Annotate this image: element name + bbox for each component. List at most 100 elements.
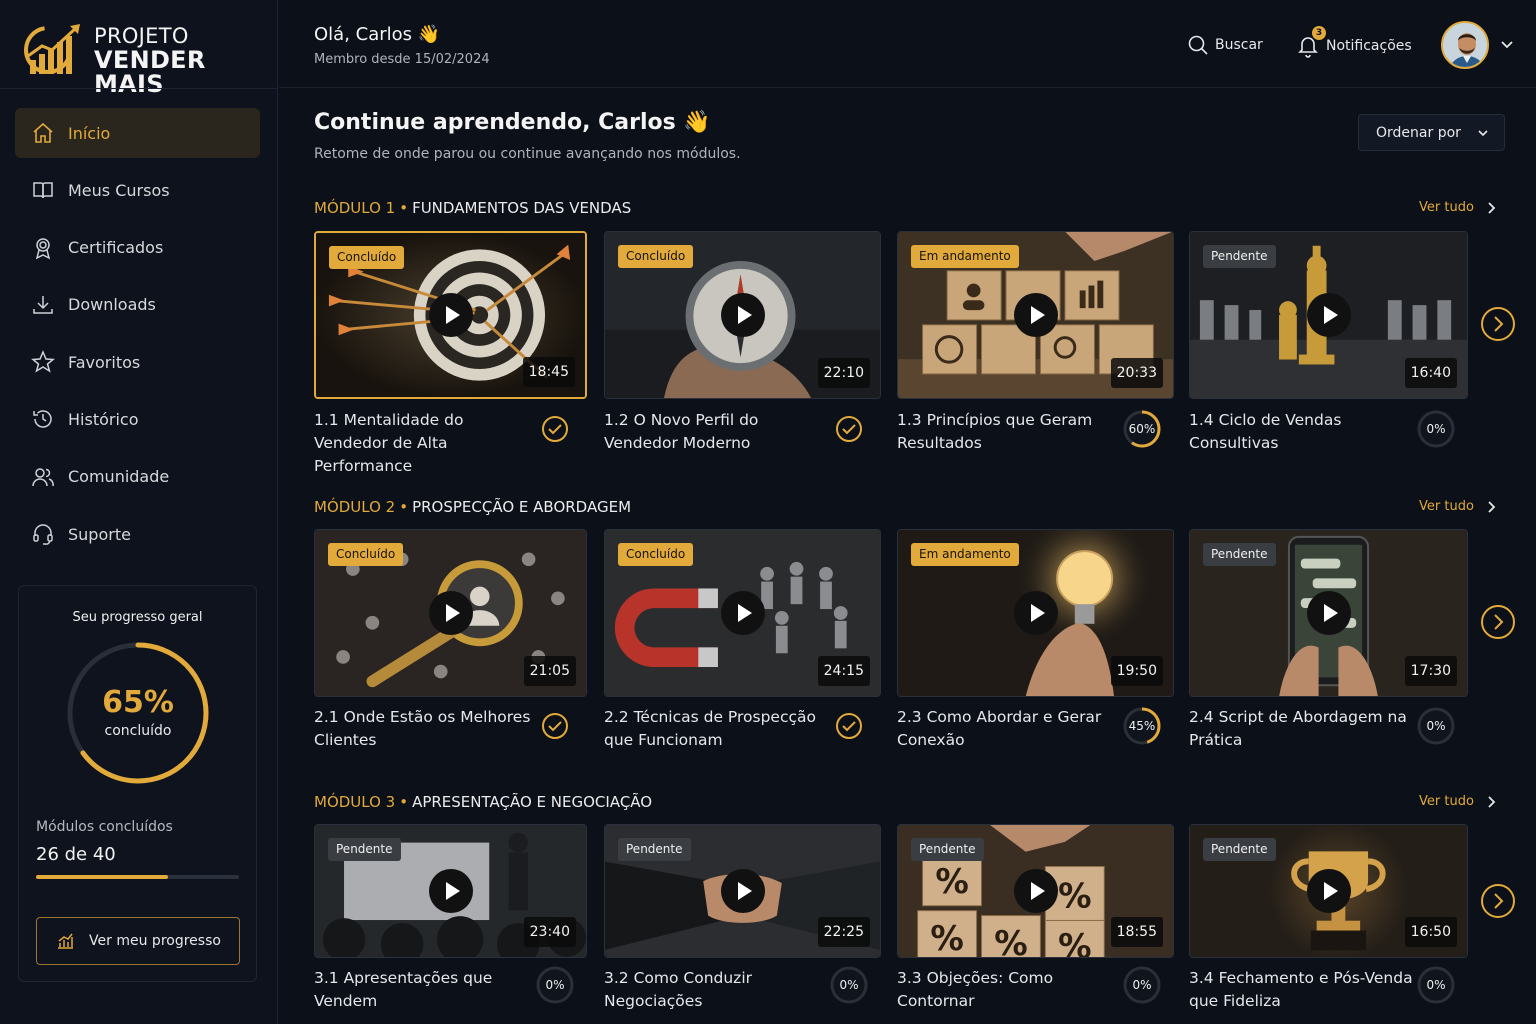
lesson-title[interactable]: 3.4 Fechamento e Pós-Venda que Fideliza xyxy=(1189,967,1414,1013)
sidebar-item-historico[interactable]: Histórico xyxy=(15,394,260,444)
lesson-duration: 22:25 xyxy=(817,917,870,947)
search-label: Buscar xyxy=(1215,37,1263,53)
sidebar-item-downloads[interactable]: Downloads xyxy=(15,280,260,330)
lesson-title[interactable]: 3.3 Objeções: Como Contornar xyxy=(897,967,1122,1013)
play-icon[interactable] xyxy=(1306,591,1351,635)
sidebar: PROJETO VENDER MAIS Início Meus Cursos C… xyxy=(0,0,278,1024)
lesson-status-badge: Em andamento xyxy=(911,245,1019,268)
lesson-thumbnail[interactable]: Pendente 22:25 xyxy=(604,824,881,958)
notifications-button[interactable]: 3 Notificações xyxy=(1296,26,1412,58)
module-number: MÓDULO 2 xyxy=(314,498,396,516)
sidebar-item-label: Downloads xyxy=(68,295,156,315)
search-button[interactable]: Buscar xyxy=(1187,34,1263,56)
top-header: Olá, Carlos 👋 Membro desde 15/02/2024 Bu… xyxy=(279,0,1536,88)
see-all-link[interactable]: Ver tudo xyxy=(1419,499,1474,514)
lesson-thumbnail[interactable]: Pendente 16:40 xyxy=(1189,231,1468,399)
lesson-completed-check xyxy=(535,706,575,746)
play-icon[interactable] xyxy=(428,293,473,337)
sidebar-item-favoritos[interactable]: Favoritos xyxy=(15,337,260,387)
lesson-thumbnail[interactable]: Pendente 23:40 xyxy=(314,824,587,958)
lesson-progress-percent: 0% xyxy=(1426,978,1446,992)
lesson-thumbnail[interactable]: Concluído 22:10 xyxy=(604,231,881,399)
lesson-progress-ring: 0% xyxy=(829,965,869,1005)
avatar[interactable] xyxy=(1441,21,1489,69)
lesson-duration: 16:40 xyxy=(1404,358,1457,388)
lesson-title[interactable]: 1.2 O Novo Perfil do Vendedor Moderno xyxy=(604,409,829,455)
lesson-duration: 24:15 xyxy=(817,656,870,686)
lesson-title[interactable]: 2.3 Como Abordar e Gerar Conexão xyxy=(897,706,1122,752)
home-icon xyxy=(33,122,53,143)
chevron-right-icon[interactable] xyxy=(1484,795,1498,809)
play-icon[interactable] xyxy=(1013,591,1058,635)
lesson-thumbnail[interactable]: %%%%% Pendente 18:55 xyxy=(897,824,1174,958)
greeting: Olá, Carlos 👋 xyxy=(314,24,441,45)
play-icon[interactable] xyxy=(1306,293,1351,337)
play-icon[interactable] xyxy=(720,293,765,337)
play-icon[interactable] xyxy=(720,591,765,635)
lesson-thumbnail[interactable]: Concluído 24:15 xyxy=(604,529,881,697)
module-name: APRESENTAÇÃO E NEGOCIAÇÃO xyxy=(412,793,653,811)
lesson-title[interactable]: 3.1 Apresentações que Vendem xyxy=(314,967,539,1013)
svg-text:%: % xyxy=(935,862,968,901)
sidebar-nav: Início Meus Cursos Certificados Download… xyxy=(15,108,260,566)
overall-progress-caption: concluído xyxy=(104,723,172,739)
lesson-status-badge: Concluído xyxy=(328,543,404,566)
lesson-title[interactable]: 2.4 Script de Abordagem na Prática xyxy=(1189,706,1414,752)
sort-dropdown[interactable]: Ordenar por xyxy=(1358,114,1505,151)
view-progress-button[interactable]: Ver meu progresso xyxy=(36,917,240,965)
notifications-count-badge: 3 xyxy=(1312,26,1326,40)
lesson-thumbnail[interactable]: Em andamento 20:33 xyxy=(897,231,1174,399)
chevron-down-icon[interactable] xyxy=(1499,36,1515,52)
lesson-title[interactable]: 2.1 Onde Estão os Melhores Clientes xyxy=(314,706,539,752)
carousel-next-icon[interactable] xyxy=(1480,306,1516,342)
carousel-next-icon[interactable] xyxy=(1480,883,1516,919)
sidebar-divider xyxy=(0,88,278,89)
lesson-thumbnail[interactable]: Em andamento 19:50 xyxy=(897,529,1174,697)
lesson-progress-percent: 0% xyxy=(839,978,859,992)
chevron-right-icon[interactable] xyxy=(1484,201,1498,215)
play-icon[interactable] xyxy=(1013,869,1058,913)
play-icon[interactable] xyxy=(720,869,765,913)
lesson-duration: 21:05 xyxy=(523,656,576,686)
sidebar-item-meus-cursos[interactable]: Meus Cursos xyxy=(15,165,260,215)
users-icon xyxy=(32,468,54,486)
sidebar-item-inicio[interactable]: Início xyxy=(15,108,260,158)
member-since: Membro desde 15/02/2024 xyxy=(314,52,490,67)
page-title: Continue aprendendo, Carlos 👋 xyxy=(314,110,711,135)
module-number: MÓDULO 1 xyxy=(314,199,396,217)
lesson-thumbnail[interactable]: Pendente 17:30 xyxy=(1189,529,1468,697)
brand-logo[interactable]: PROJETO VENDER MAIS xyxy=(24,20,264,96)
lesson-title[interactable]: 3.2 Como Conduzir Negociações xyxy=(604,967,829,1013)
chevron-right-icon[interactable] xyxy=(1484,500,1498,514)
sidebar-item-certificados[interactable]: Certificados xyxy=(15,223,260,273)
overall-progress-card: Seu progresso geral 65% concluído Módulo… xyxy=(18,585,257,982)
sidebar-item-label: Início xyxy=(68,123,111,143)
svg-text:%: % xyxy=(994,924,1027,957)
carousel-next-icon[interactable] xyxy=(1480,604,1516,640)
check-circle-icon xyxy=(836,713,862,739)
lesson-title[interactable]: 2.2 Técnicas de Prospecção que Funcionam xyxy=(604,706,829,752)
module-number: MÓDULO 3 xyxy=(314,793,396,811)
play-icon[interactable] xyxy=(1306,869,1351,913)
play-icon[interactable] xyxy=(1013,293,1058,337)
sidebar-item-comunidade[interactable]: Comunidade xyxy=(15,452,260,502)
sidebar-item-label: Suporte xyxy=(68,524,131,544)
sidebar-item-suporte[interactable]: Suporte xyxy=(15,509,260,559)
lesson-thumbnail[interactable]: Concluído 18:45 xyxy=(314,231,587,399)
play-icon[interactable] xyxy=(428,869,473,913)
play-icon[interactable] xyxy=(428,591,473,635)
lesson-status-badge: Pendente xyxy=(618,838,691,861)
logo-chart-icon xyxy=(24,24,80,74)
lesson-status-badge: Pendente xyxy=(911,838,984,861)
lesson-title[interactable]: 1.3 Princípios que Geram Resultados xyxy=(897,409,1122,455)
book-icon xyxy=(33,182,53,199)
lesson-thumbnail[interactable]: Concluído 21:05 xyxy=(314,529,587,697)
see-all-link[interactable]: Ver tudo xyxy=(1419,200,1474,215)
svg-text:%: % xyxy=(1058,877,1091,916)
sidebar-item-label: Histórico xyxy=(68,409,139,429)
lesson-title[interactable]: 1.1 Mentalidade do Vendedor de Alta Perf… xyxy=(314,409,539,478)
see-all-link[interactable]: Ver tudo xyxy=(1419,794,1474,809)
lesson-thumbnail[interactable]: Pendente 16:50 xyxy=(1189,824,1468,958)
lesson-title[interactable]: 1.4 Ciclo de Vendas Consultivas xyxy=(1189,409,1414,455)
lesson-duration: 18:45 xyxy=(522,357,575,387)
